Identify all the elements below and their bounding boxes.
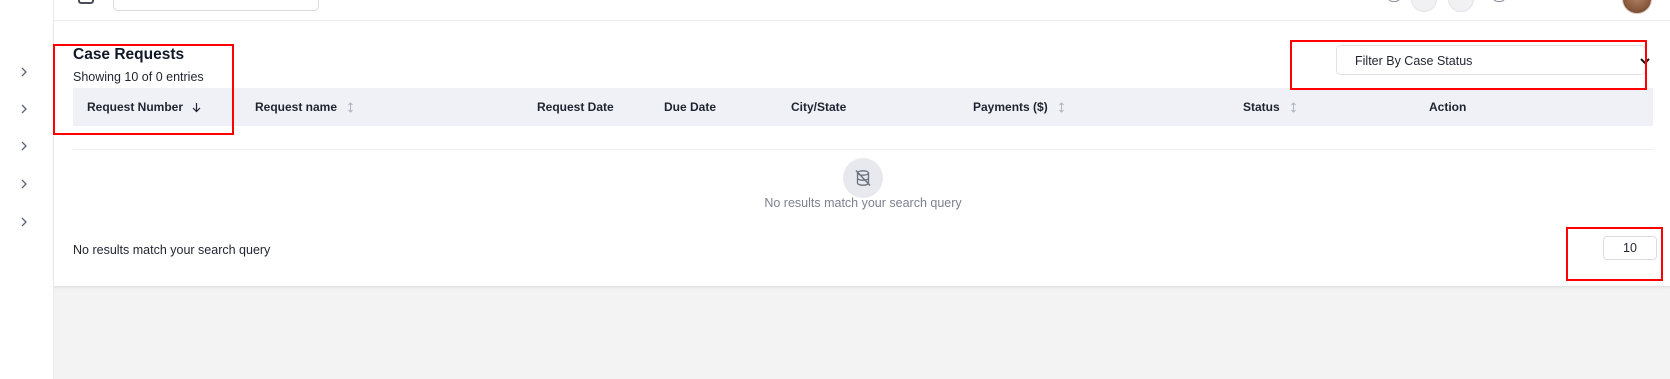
column-header-request-name[interactable]: Request name <box>255 100 356 114</box>
footer-status-message: No results match your search query <box>73 243 271 257</box>
empty-state-icon <box>843 158 883 198</box>
settings-icon[interactable] <box>1486 0 1512 12</box>
annotation-box-filter <box>1290 40 1647 90</box>
chevron-right-icon <box>21 67 27 77</box>
sidebar-expand-icon[interactable] <box>17 102 31 116</box>
column-header-due-date: Due Date <box>664 100 717 114</box>
empty-state-message: No results match your search query <box>764 196 962 210</box>
sidebar-expand-icon[interactable] <box>17 139 31 153</box>
global-search-input[interactable] <box>113 0 319 11</box>
annotation-box-title <box>53 44 234 135</box>
sort-icon <box>348 101 353 113</box>
chevron-right-icon <box>21 217 27 227</box>
sidebar <box>0 0 54 379</box>
sidebar-expand-icon[interactable] <box>17 215 31 229</box>
column-header-action: Action <box>1429 100 1467 114</box>
sort-icon <box>1058 101 1064 113</box>
table-header: Request Number Request name Request Date… <box>73 88 1653 126</box>
database-off-icon <box>855 170 871 186</box>
user-avatar[interactable] <box>1622 0 1652 14</box>
annotation-box-page-size <box>1566 227 1663 281</box>
column-header-request-date: Request Date <box>537 100 614 114</box>
apps-icon[interactable] <box>1448 0 1474 12</box>
chevron-right-icon <box>21 104 27 114</box>
column-header-city-state: City/State <box>791 100 847 114</box>
column-header-payments[interactable]: Payments ($) <box>973 100 1067 114</box>
top-bar <box>54 0 1670 21</box>
sort-icon <box>1290 101 1296 113</box>
help-icon[interactable] <box>1411 0 1437 12</box>
sidebar-expand-icon[interactable] <box>17 177 31 191</box>
column-header-status[interactable]: Status <box>1243 100 1299 114</box>
sidebar-expand-icon[interactable] <box>17 65 31 79</box>
notification-icon[interactable] <box>1381 0 1407 12</box>
chevron-right-icon <box>21 179 27 189</box>
menu-toggle-icon[interactable] <box>78 0 94 4</box>
table-divider <box>73 149 1653 150</box>
chevron-right-icon <box>21 141 27 151</box>
